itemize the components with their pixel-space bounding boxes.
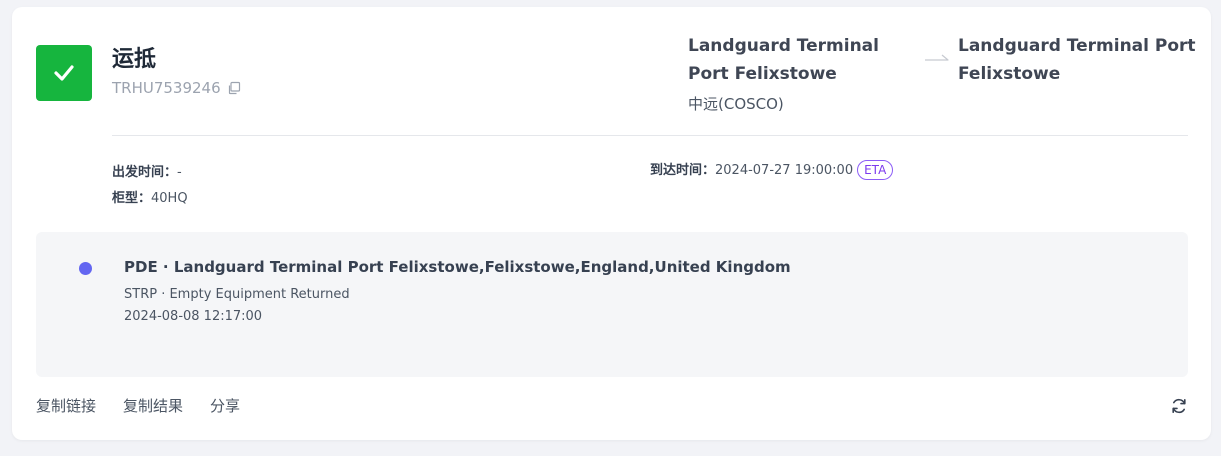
route-destination: Landguard Terminal Port Felixstowe [958,36,1196,84]
route-origin: Landguard Terminal Port Felixstowe [688,36,879,84]
departure-value: - [177,165,182,180]
container-type: 柜型：40HQ [112,187,188,206]
carrier-name: 中远(COSCO) [688,95,784,113]
copy-icon[interactable] [227,81,241,95]
action-bar: 复制链接 复制结果 分享 [36,395,240,416]
container-type-value: 40HQ [151,191,188,206]
refresh-icon[interactable] [1170,397,1188,415]
event-status: STRP · Empty Equipment Returned [124,287,350,302]
arrival-label: 到达时间： [650,163,716,178]
container-number-text: TRHU7539246 [112,79,221,97]
container-number: TRHU7539246 [112,79,241,97]
departure-label: 出发时间： [112,165,178,180]
status-title: 运抵 [112,47,157,72]
container-type-label: 柜型： [112,191,152,206]
arrow-right-icon [925,54,949,61]
arrival-time: 到达时间：2024-07-27 19:00:00 ETA [650,159,894,180]
status-badge [36,45,92,101]
event-panel: PDE · Landguard Terminal Port Felixstowe… [36,232,1188,377]
copy-link-button[interactable]: 复制链接 [36,395,96,416]
check-icon [54,65,74,81]
event-time: 2024-08-08 12:17:00 [124,309,263,324]
departure-time: 出发时间：- [112,161,182,180]
share-button[interactable]: 分享 [210,395,240,416]
divider [112,135,1188,136]
arrival-value: 2024-07-27 19:00:00 [715,163,854,178]
event-title: PDE · Landguard Terminal Port Felixstowe… [124,258,791,276]
eta-badge: ETA [857,160,894,180]
event-dot [79,262,92,275]
tracking-card: 运抵 TRHU7539246 Landguard Terminal Port F… [12,7,1211,440]
copy-result-button[interactable]: 复制结果 [123,395,183,416]
